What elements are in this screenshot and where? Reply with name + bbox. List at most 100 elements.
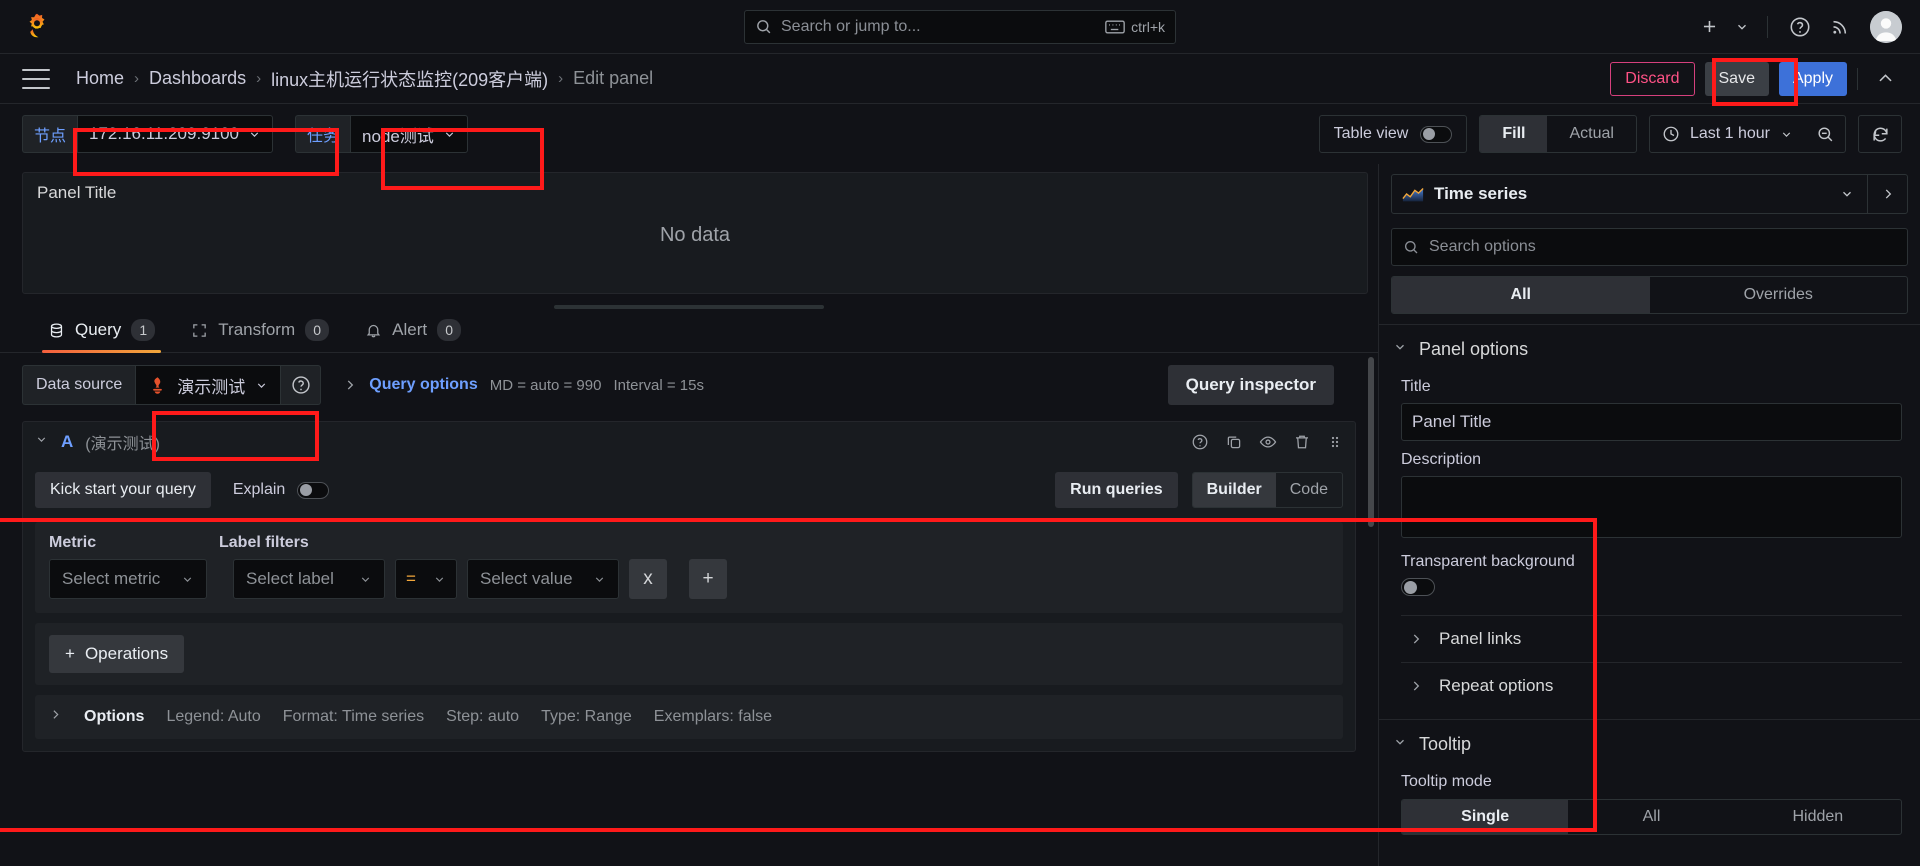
repeat-options-item[interactable]: Repeat options: [1401, 662, 1902, 709]
code-mode-button[interactable]: Code: [1276, 473, 1342, 507]
transparent-background-switch[interactable]: [1401, 578, 1435, 596]
query-inspector-button[interactable]: Query inspector: [1168, 365, 1334, 405]
options-search-placeholder: Search options: [1429, 238, 1536, 256]
tab-query[interactable]: Query 1: [30, 308, 173, 352]
options-search-input[interactable]: Search options: [1391, 228, 1908, 266]
variable-job-select[interactable]: node测试: [350, 115, 468, 153]
data-source-help-button[interactable]: [281, 365, 321, 405]
tab-alert-label: Alert: [392, 320, 427, 340]
metric-field-label: Metric: [49, 534, 219, 552]
panel-title-input[interactable]: [1401, 403, 1902, 441]
query-row-refid[interactable]: A: [61, 432, 73, 452]
query-options-row: Query options MD = auto = 990 Interval =…: [343, 376, 704, 394]
panel-description-label: Description: [1401, 451, 1902, 469]
global-search-placeholder: Search or jump to...: [781, 18, 1096, 36]
nav-divider: [1767, 16, 1768, 38]
builder-mode-button[interactable]: Builder: [1193, 473, 1276, 507]
tooltip-mode-single[interactable]: Single: [1402, 800, 1568, 834]
query-editor-scrollbar[interactable]: [1368, 353, 1374, 866]
tab-transform[interactable]: Transform 0: [173, 308, 347, 352]
panel-options-section-header[interactable]: Panel options: [1379, 325, 1920, 368]
query-row-datasource: (演示测试): [85, 430, 160, 454]
panel-description-textarea[interactable]: [1401, 476, 1902, 538]
zoom-out-button[interactable]: [1805, 115, 1845, 153]
variable-node-select[interactable]: 172.16.11.209:9100: [77, 115, 273, 153]
metric-select[interactable]: Select metric: [49, 559, 207, 599]
table-view-toggle[interactable]: Table view: [1319, 115, 1468, 153]
news-button[interactable]: [1820, 7, 1860, 47]
panel-options-title: Panel options: [1419, 339, 1528, 360]
tab-overrides[interactable]: Overrides: [1650, 277, 1908, 313]
tooltip-section-header[interactable]: Tooltip: [1379, 720, 1920, 763]
discard-button[interactable]: Discard: [1610, 62, 1694, 96]
panel-description-field: Description: [1379, 451, 1920, 543]
search-icon: [755, 18, 772, 35]
add-label-filter-button[interactable]: +: [689, 559, 727, 599]
transparent-background-label: Transparent background: [1401, 553, 1902, 571]
grafana-logo-icon[interactable]: [22, 12, 52, 42]
chevron-down-icon: [1735, 20, 1749, 34]
query-options-label[interactable]: Query options: [369, 376, 477, 394]
variable-job-value: node测试: [362, 122, 434, 147]
query-row-collapse-icon[interactable]: [35, 433, 49, 451]
breadcrumb-item-dashboard[interactable]: linux主机运行状态监控(209客户端): [271, 66, 548, 92]
time-range-button[interactable]: Last 1 hour: [1650, 125, 1805, 143]
table-view-label: Table view: [1334, 125, 1409, 143]
visualization-expand-button[interactable]: [1867, 175, 1907, 213]
tab-all-options[interactable]: All: [1392, 277, 1650, 313]
breadcrumb-item-dashboards[interactable]: Dashboards: [149, 68, 246, 89]
remove-label-filter-button[interactable]: x: [629, 559, 667, 599]
actual-button[interactable]: Actual: [1547, 116, 1635, 152]
query-options-summary-row[interactable]: Options Legend: Auto Format: Time series…: [35, 695, 1343, 739]
explain-toggle[interactable]: Explain: [233, 481, 329, 499]
panel-links-item[interactable]: Panel links: [1401, 615, 1902, 662]
transform-icon: [191, 322, 208, 339]
variable-node: 节点 172.16.11.209:9100: [22, 115, 273, 153]
variable-node-value: 172.16.11.209:9100: [89, 124, 239, 144]
panel-preview-title: Panel Title: [23, 173, 1367, 203]
query-row-actions: [1191, 433, 1343, 451]
data-source-label: Data source: [22, 365, 135, 405]
zoom-out-icon: [1816, 125, 1835, 144]
operator-select[interactable]: =: [395, 559, 457, 599]
top-navigation-bar: Search or jump to... ctrl+k: [0, 0, 1920, 54]
value-select[interactable]: Select value: [467, 559, 619, 599]
hide-query-icon[interactable]: [1259, 433, 1277, 451]
user-avatar[interactable]: [1870, 11, 1902, 43]
label-select[interactable]: Select label: [233, 559, 385, 599]
tab-alert-count: 0: [437, 319, 461, 341]
explain-switch[interactable]: [297, 482, 329, 499]
global-search-input[interactable]: Search or jump to... ctrl+k: [744, 10, 1176, 44]
chevron-right-icon[interactable]: [343, 378, 357, 392]
save-button[interactable]: Save: [1705, 62, 1769, 96]
tooltip-mode-hidden[interactable]: Hidden: [1735, 800, 1901, 834]
fill-button[interactable]: Fill: [1480, 116, 1547, 152]
search-shortcut-hint: ctrl+k: [1105, 19, 1165, 35]
tooltip-mode-field: Tooltip mode: [1379, 773, 1920, 791]
query-row-header: A (演示测试): [23, 422, 1355, 462]
query-help-icon[interactable]: [1191, 433, 1209, 451]
visualization-picker[interactable]: Time series: [1391, 174, 1908, 214]
drag-handle-icon[interactable]: [1327, 433, 1343, 451]
collapse-panel-button[interactable]: [1868, 62, 1902, 96]
panel-title-field: Title: [1379, 378, 1920, 441]
table-view-switch[interactable]: [1420, 126, 1452, 143]
remove-query-icon[interactable]: [1293, 433, 1311, 451]
run-queries-button[interactable]: Run queries: [1055, 472, 1177, 508]
tab-transform-label: Transform: [218, 320, 295, 340]
create-new-dropdown[interactable]: [1729, 7, 1755, 47]
add-operations-button[interactable]: + Operations: [49, 635, 184, 673]
tab-alert[interactable]: Alert 0: [347, 308, 479, 352]
help-button[interactable]: [1780, 7, 1820, 47]
visualization-dropdown-icon[interactable]: [1827, 187, 1867, 201]
tab-query-label: Query: [75, 320, 121, 340]
data-source-picker[interactable]: 演示测试: [135, 365, 281, 405]
tooltip-mode-all[interactable]: All: [1568, 800, 1734, 834]
refresh-button[interactable]: [1858, 115, 1902, 153]
kick-start-query-button[interactable]: Kick start your query: [35, 472, 211, 508]
create-new-button[interactable]: [1689, 7, 1729, 47]
menu-toggle-button[interactable]: [22, 69, 50, 89]
apply-button[interactable]: Apply: [1779, 62, 1847, 96]
breadcrumb-item-home[interactable]: Home: [76, 68, 124, 89]
duplicate-query-icon[interactable]: [1225, 433, 1243, 451]
